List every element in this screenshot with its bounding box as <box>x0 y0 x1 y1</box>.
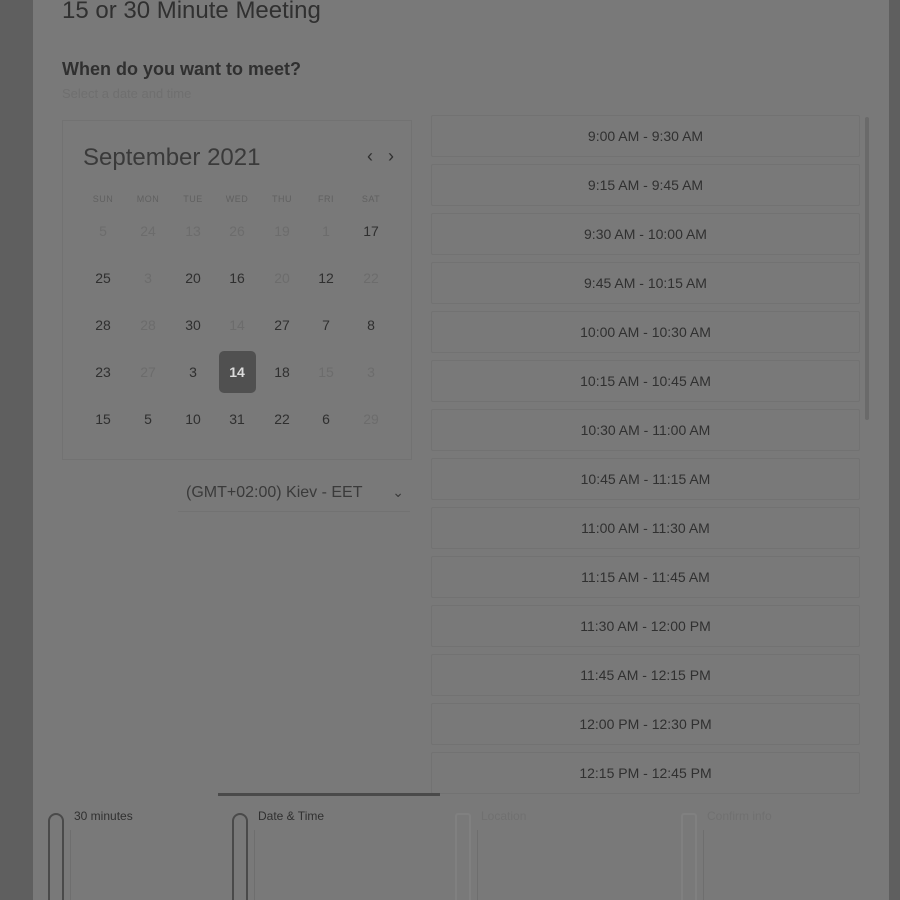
location-pin-icon <box>455 813 471 900</box>
prev-month-button[interactable]: ‹ <box>361 143 379 169</box>
calendar-day[interactable]: 23 <box>83 352 123 392</box>
calendar-day: 15 <box>318 364 334 380</box>
time-slot-button[interactable]: 9:30 AM - 10:00 AM <box>431 213 860 255</box>
slot-list-scrollbar[interactable] <box>865 117 869 420</box>
weekday-label: SAT <box>361 194 381 204</box>
chevron-down-icon: ⌄ <box>392 484 404 500</box>
calendar-day: 24 <box>140 223 156 239</box>
calendar-day[interactable]: 31 <box>217 399 257 439</box>
next-month-button[interactable]: › <box>382 143 400 169</box>
calendar-day[interactable]: 7 <box>306 305 346 345</box>
timezone-select[interactable]: (GMT+02:00) Kiev - EET ⌄ <box>178 476 410 512</box>
time-slot-button[interactable]: 10:15 AM - 10:45 AM <box>431 360 860 402</box>
month-label: September 2021 <box>83 144 261 171</box>
step-label[interactable]: 30 minutes <box>74 809 133 823</box>
calendar-day: 5 <box>99 223 107 239</box>
weekday-label: FRI <box>318 194 334 204</box>
time-slot-button[interactable]: 10:00 AM - 10:30 AM <box>431 311 860 353</box>
step-divider <box>254 830 255 900</box>
calendar-day[interactable]: 17 <box>351 211 391 251</box>
calendar-day: 27 <box>140 364 156 380</box>
step-divider <box>70 830 71 900</box>
calendar-day[interactable]: 25 <box>83 258 123 298</box>
calendar-day[interactable]: 30 <box>173 305 213 345</box>
step-label[interactable]: Confirm info <box>707 809 772 823</box>
time-slot-button[interactable]: 11:45 AM - 12:15 PM <box>431 654 860 696</box>
person-icon <box>681 813 697 900</box>
calendar-day: 28 <box>140 317 156 333</box>
timezone-value: (GMT+02:00) Kiev - EET <box>186 484 363 501</box>
time-slot-button[interactable]: 12:00 PM - 12:30 PM <box>431 703 860 745</box>
clock-icon <box>48 813 64 900</box>
calendar-icon <box>232 813 248 900</box>
calendar-day: 13 <box>185 223 201 239</box>
calendar-day[interactable]: 20 <box>173 258 213 298</box>
time-slot-button[interactable]: 9:15 AM - 9:45 AM <box>431 164 860 206</box>
time-slot-button[interactable]: 10:30 AM - 11:00 AM <box>431 409 860 451</box>
weekday-label: MON <box>136 194 160 204</box>
time-slot-button[interactable]: 9:00 AM - 9:30 AM <box>431 115 860 157</box>
calendar-day: 1 <box>322 223 330 239</box>
step-label[interactable]: Date & Time <box>258 809 324 823</box>
time-slot-button[interactable]: 11:30 AM - 12:00 PM <box>431 605 860 647</box>
calendar-day[interactable]: 8 <box>351 305 391 345</box>
calendar-day: 3 <box>144 270 152 286</box>
weekday-label: TUE <box>183 194 203 204</box>
weekday-label: THU <box>272 194 292 204</box>
weekday-label: WED <box>225 194 249 204</box>
calendar-day[interactable]: 12 <box>306 258 346 298</box>
calendar-day: 26 <box>229 223 245 239</box>
calendar-day: 19 <box>274 223 290 239</box>
section-heading: When do you want to meet? <box>62 59 301 79</box>
time-slot-button[interactable]: 11:15 AM - 11:45 AM <box>431 556 860 598</box>
calendar-day[interactable]: 27 <box>262 305 302 345</box>
calendar-day[interactable]: 3 <box>173 352 213 392</box>
calendar-day[interactable]: 10 <box>173 399 213 439</box>
time-slot-button[interactable]: 10:45 AM - 11:15 AM <box>431 458 860 500</box>
page-title: 15 or 30 Minute Meeting <box>62 0 321 24</box>
time-slot-button[interactable]: 11:00 AM - 11:30 AM <box>431 507 860 549</box>
time-slot-button[interactable]: 12:15 PM - 12:45 PM <box>431 752 860 794</box>
selected-day[interactable]: 14 <box>218 351 256 393</box>
calendar-day: 3 <box>367 364 375 380</box>
step-progress-indicator <box>218 793 440 796</box>
time-slot-list: 9:00 AM - 9:30 AM 9:15 AM - 9:45 AM 9:30 A… <box>431 115 860 795</box>
weekday-label: SUN <box>92 194 114 204</box>
calendar-day[interactable]: 16 <box>217 258 257 298</box>
calendar-day[interactable]: 28 <box>83 305 123 345</box>
step-divider <box>477 830 478 900</box>
calendar-day: 14 <box>229 317 245 333</box>
calendar-day[interactable]: 6 <box>306 399 346 439</box>
calendar-day[interactable]: 15 <box>83 399 123 439</box>
section-hint: Select a date and time <box>62 86 192 101</box>
calendar-day[interactable]: 22 <box>262 399 302 439</box>
calendar-day: 22 <box>363 270 379 286</box>
step-divider <box>703 830 704 900</box>
step-label[interactable]: Location <box>481 809 526 823</box>
calendar-day: 29 <box>363 411 379 427</box>
time-slot-button[interactable]: 9:45 AM - 10:15 AM <box>431 262 860 304</box>
calendar-day[interactable]: 5 <box>128 399 168 439</box>
calendar-day: 20 <box>274 270 290 286</box>
calendar-day[interactable]: 18 <box>262 352 302 392</box>
